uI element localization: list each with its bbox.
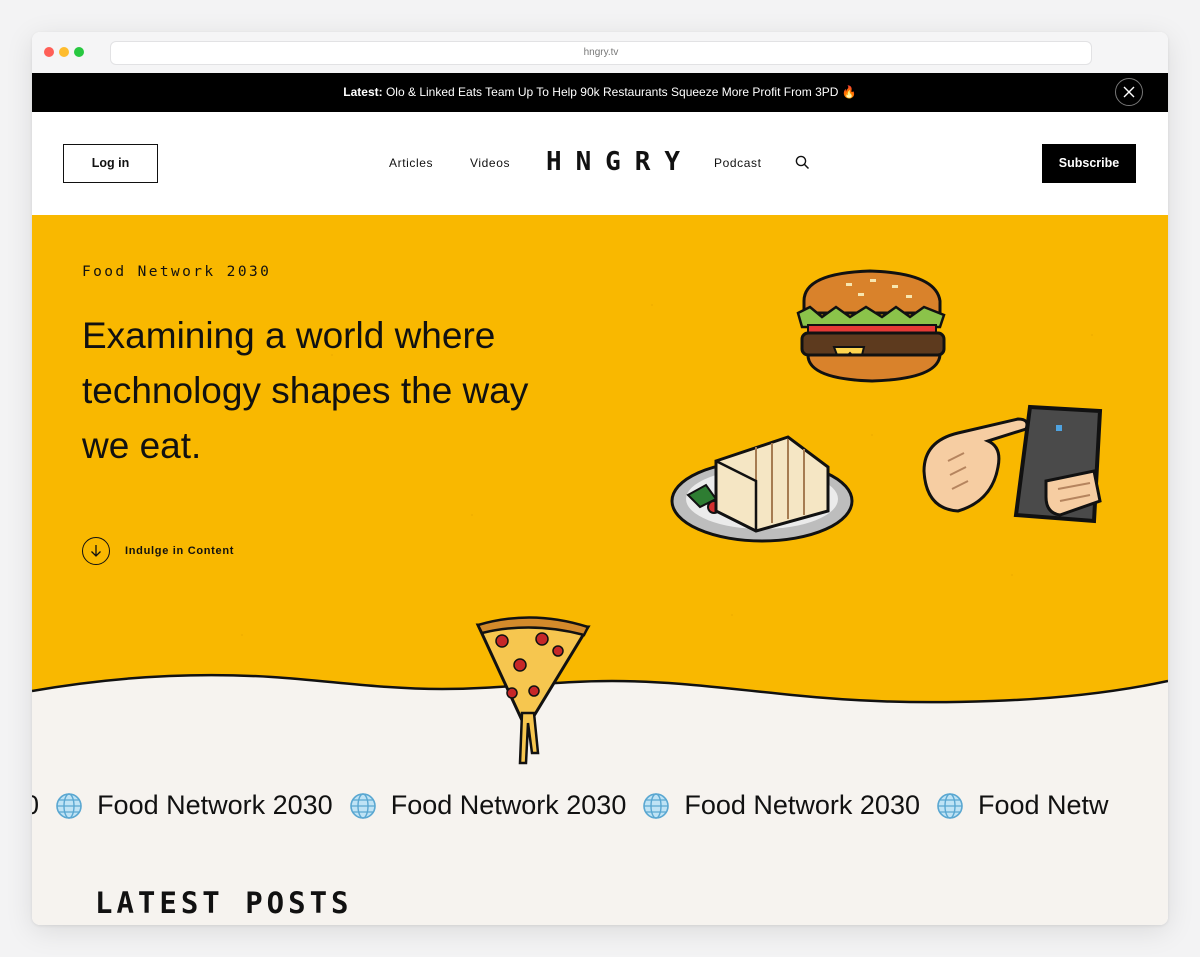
marquee-item: Food Network 2030: [349, 790, 627, 821]
window-minimize-dot[interactable]: [59, 47, 69, 57]
marquee-text: Food Network 2030: [390, 790, 627, 820]
topic-marquee: 030 Food Network 2030: [32, 790, 1168, 830]
hand-phone-illustration: [922, 404, 1103, 524]
marquee-text: Food Network 2030: [684, 790, 920, 820]
nav-podcast[interactable]: Podcast: [714, 156, 762, 170]
hero-eyebrow: Food Network 2030: [82, 264, 272, 280]
announcement-link[interactable]: Olo & Linked Eats Team Up To Help 90k Re…: [386, 85, 838, 99]
subscribe-button[interactable]: Subscribe: [1042, 144, 1136, 183]
close-icon: [1123, 86, 1135, 98]
fire-icon: 🔥: [841, 85, 857, 99]
hero-section: Food Network 2030 Examining a world wher…: [32, 215, 1168, 925]
announcement-prefix: Latest:: [343, 85, 383, 99]
pizza-illustration: [475, 616, 591, 765]
marquee-text: Food Netw: [977, 790, 1109, 820]
globe-icon: [937, 792, 963, 819]
hero-headline: Examining a world where technology shape…: [82, 315, 529, 466]
browser-window: hngry.tv Latest: Olo & Linked Eats Team …: [32, 32, 1168, 925]
nav-articles[interactable]: Articles: [389, 156, 433, 170]
nav-videos[interactable]: Videos: [470, 156, 510, 170]
scroll-down-button[interactable]: [82, 537, 110, 565]
announcement-bar: Latest: Olo & Linked Eats Team Up To Hel…: [32, 73, 1168, 112]
search-icon[interactable]: [795, 155, 810, 170]
svg-text:HNGRY: HNGRY: [546, 149, 680, 173]
hngry-logo[interactable]: HNGRY: [546, 149, 682, 173]
window-close-dot[interactable]: [44, 47, 54, 57]
close-announcement-button[interactable]: [1115, 78, 1143, 106]
site-header: Log in Articles Videos HNGRY Podcast Sub…: [32, 112, 1168, 215]
login-button[interactable]: Log in: [63, 144, 158, 183]
marquee-item: 030: [32, 790, 39, 821]
globe-icon: [56, 792, 82, 819]
marquee-item: Food Netw: [936, 790, 1109, 821]
marquee-text: Food Network 2030: [97, 790, 333, 820]
burger-illustration: [796, 269, 946, 383]
browser-chrome: hngry.tv: [32, 32, 1168, 73]
arrow-down-icon: [91, 545, 101, 557]
globe-icon: [643, 792, 670, 819]
globe-icon: [349, 792, 376, 819]
indulge-link[interactable]: Indulge in Content: [125, 545, 234, 557]
sandwich-illustration: [670, 435, 854, 543]
marquee-item: Food Network 2030: [55, 790, 333, 821]
marquee-text: 030: [32, 790, 39, 821]
window-zoom-dot[interactable]: [74, 47, 84, 57]
address-bar[interactable]: hngry.tv: [110, 41, 1092, 65]
latest-posts-heading: LATEST POSTS: [95, 886, 353, 920]
marquee-item: Food Network 2030: [642, 790, 920, 821]
